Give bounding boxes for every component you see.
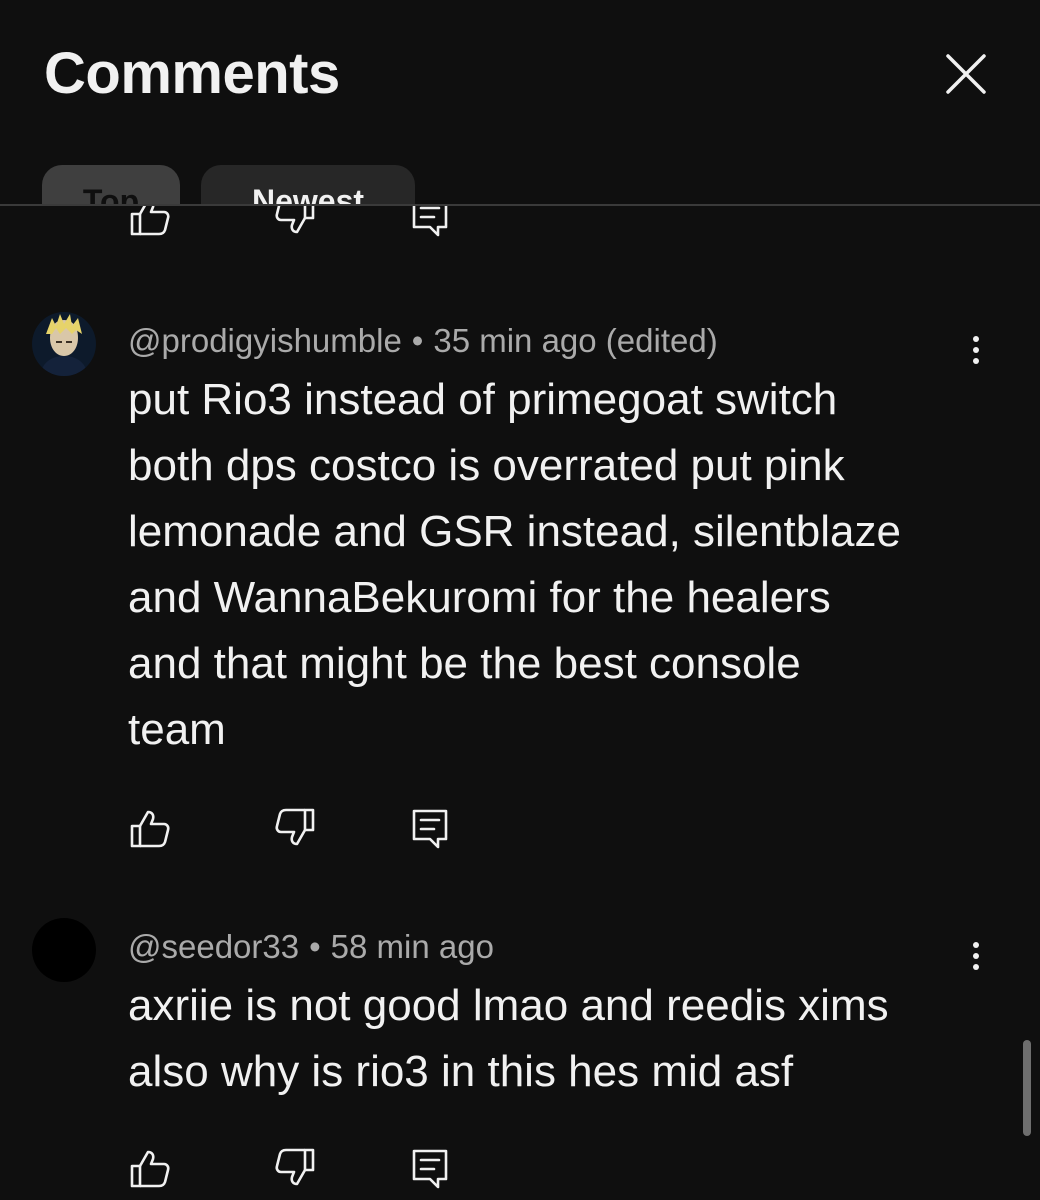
more-options-button[interactable] [960,328,992,372]
avatar-image [32,312,96,376]
avatar[interactable] [32,312,96,376]
comment-text: put Rio3 instead of primegoat switch bot… [128,367,968,763]
comment-actions [128,1146,458,1190]
comment-actions [128,806,458,850]
dislike-button[interactable] [273,206,317,238]
thumbs-down-icon [275,1148,315,1186]
comment-line: also why is rio3 in this hes mid asf [128,1047,794,1096]
comments-header: Comments Top Newest [0,0,1040,205]
reply-icon [412,809,448,849]
comment-line: axriie is not good lmao and reedis xims [128,981,889,1030]
close-icon [946,54,986,94]
comment-line: put Rio3 instead of primegoat switch [128,375,838,424]
dislike-button[interactable] [273,806,317,850]
header-divider [0,204,1040,206]
thumbs-down-icon [275,206,315,234]
meta-separator: • [411,322,424,359]
meta-separator: • [309,928,321,965]
reply-button[interactable] [408,806,452,850]
like-button[interactable] [128,1146,172,1190]
comment-time: 35 min ago (edited) [433,322,718,359]
more-options-button[interactable] [960,934,992,978]
tab-newest[interactable]: Newest [201,165,415,205]
reply-icon [412,206,448,237]
dislike-button[interactable] [273,1146,317,1190]
more-vertical-icon [973,336,979,342]
comment-author[interactable]: @prodigyishumble [128,322,402,359]
reply-icon [412,1149,448,1189]
comment-text: axriie is not good lmao and reedis xims … [128,973,968,1105]
comment-line: lemonade and GSR instead, silentblaze [128,507,901,556]
comment-list[interactable]: @prodigyishumble • 35 min ago (edited) put… [0,206,1040,1200]
scrollbar-thumb[interactable] [1023,1040,1031,1136]
comment-line: team [128,705,226,754]
comment-meta: @seedor33 • 58 min ago [128,928,494,966]
thumbs-up-icon [130,1150,170,1188]
comments-panel: Comments Top Newest @prodigyishumble • 3… [0,0,1040,1200]
comment-author[interactable]: @seedor33 [128,928,299,965]
thumbs-up-icon [130,206,170,236]
comment-line: both dps costco is overrated put pink [128,441,845,490]
tab-top[interactable]: Top [42,165,180,205]
close-button[interactable] [938,46,994,102]
like-button[interactable] [128,806,172,850]
avatar[interactable] [32,918,96,982]
comment-meta: @prodigyishumble • 35 min ago (edited) [128,322,718,360]
like-button[interactable] [128,206,172,238]
comment-line: and that might be the best console [128,639,801,688]
reply-button[interactable] [408,1146,452,1190]
more-vertical-icon [973,942,979,948]
comment-time: 58 min ago [330,928,494,965]
comment-line: and WannaBekuromi for the healers [128,573,831,622]
reply-button[interactable] [408,206,452,238]
thumbs-up-icon [130,810,170,848]
comment-actions [128,206,458,238]
page-title: Comments [44,41,340,106]
thumbs-down-icon [275,808,315,846]
